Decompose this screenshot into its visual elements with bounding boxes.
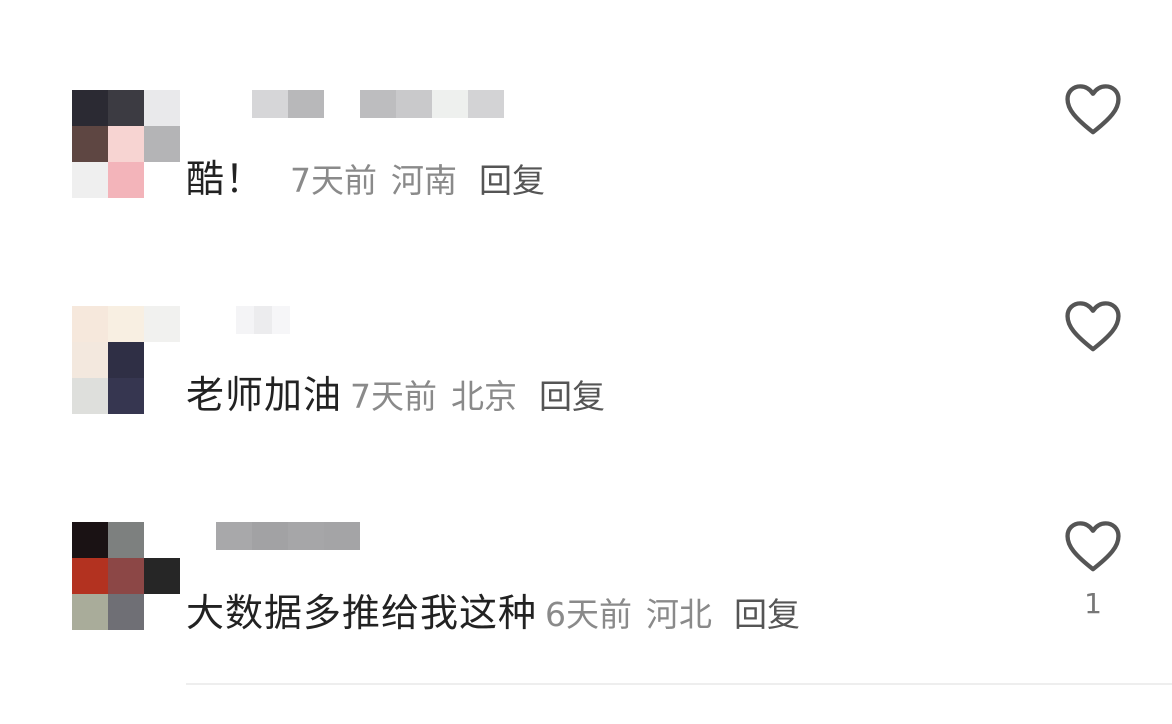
heart-outline-icon[interactable]: [1062, 517, 1124, 573]
username-mosaic-pixel: [216, 522, 252, 550]
reply-button[interactable]: 回复: [734, 588, 800, 636]
username-mosaic-pixel: [288, 522, 324, 550]
avatar-mosaic-pixel: [72, 594, 108, 630]
avatar-mosaic-pixel: [108, 594, 144, 630]
like-control[interactable]: 1: [1058, 517, 1128, 620]
comment-text: 大数据多推给我这种: [186, 591, 538, 635]
avatar-mosaic-pixel: [72, 558, 108, 594]
avatar-mosaic-pixel: [72, 522, 108, 558]
username-mosaic-pixel: [252, 522, 288, 550]
avatar[interactable]: [72, 522, 180, 630]
comment-item: 大数据多推给我这种 6天前 河北 回复 1: [0, 0, 1172, 680]
avatar-mosaic-pixel: [144, 558, 180, 594]
like-count: 1: [1084, 587, 1102, 620]
comment-time: 6天前: [545, 595, 633, 634]
divider: [186, 683, 1172, 685]
username-blurred[interactable]: [216, 522, 360, 550]
avatar-mosaic-pixel: [144, 594, 180, 630]
comment-location: 河北: [646, 595, 713, 634]
avatar-mosaic-pixel: [108, 558, 144, 594]
avatar-mosaic-pixel: [108, 522, 144, 558]
username-mosaic-pixel: [324, 522, 360, 550]
avatar-mosaic-pixel: [144, 522, 180, 558]
